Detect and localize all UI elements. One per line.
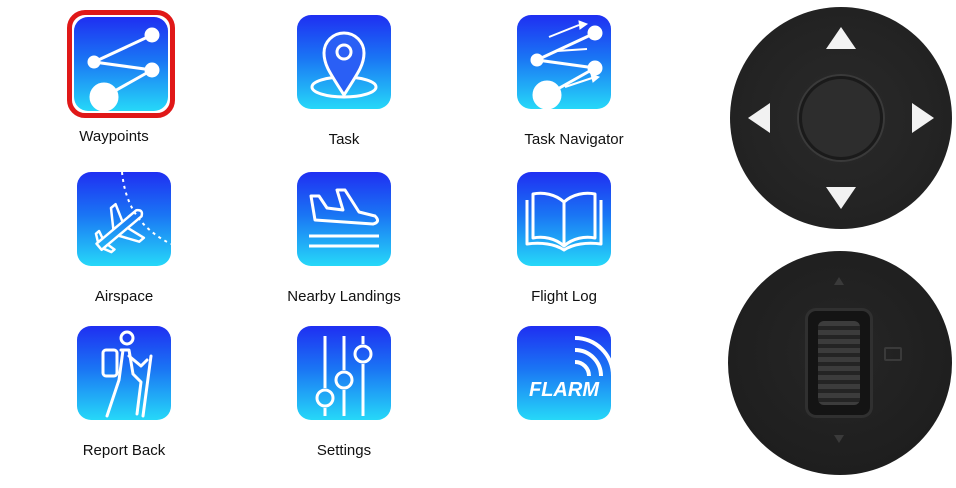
menu-item-nearby-landings[interactable]: Nearby Landings: [264, 172, 404, 322]
menu-item-settings[interactable]: Settings: [264, 326, 404, 476]
open-book-icon: [517, 172, 611, 266]
scroll-wheel-control: [728, 251, 952, 475]
main-menu-grid: Waypoints Task Task Navigator Airspace N…: [0, 0, 700, 488]
scroll-wheel-icon[interactable]: [808, 311, 870, 415]
menu-item-label: Task Navigator: [524, 131, 624, 148]
sliders-icon: [297, 326, 391, 420]
menu-item-flight-log[interactable]: Flight Log: [484, 172, 624, 322]
arrow-down-icon[interactable]: [826, 187, 856, 209]
airspace-plane-icon: [77, 172, 171, 266]
flarm-icon: FLARM: [517, 326, 611, 420]
task-pin-icon: [297, 15, 391, 109]
scroll-up-indicator-icon: [834, 277, 844, 285]
task-navigator-icon: [517, 15, 611, 109]
menu-item-task-navigator[interactable]: Task Navigator: [484, 15, 624, 165]
arrow-left-icon[interactable]: [748, 103, 770, 133]
menu-item-report-back[interactable]: Report Back: [44, 326, 184, 476]
dpad-control: [730, 7, 952, 229]
landing-plane-icon: [297, 172, 391, 266]
flarm-logo-text: FLARM: [529, 379, 600, 401]
menu-item-label: Flight Log: [531, 288, 597, 305]
menu-item-flarm[interactable]: FLARM: [484, 326, 624, 476]
menu-item-label: Airspace: [94, 288, 154, 305]
menu-item-label: Waypoints: [79, 128, 149, 145]
scroll-down-indicator-icon: [834, 435, 844, 443]
dpad-center-button[interactable]: [799, 76, 883, 160]
menu-item-label: Nearby Landings: [287, 288, 401, 305]
press-indicator-icon: [884, 347, 902, 361]
arrow-up-icon[interactable]: [826, 27, 856, 49]
menu-item-task[interactable]: Task: [264, 15, 404, 165]
menu-item-airspace[interactable]: Airspace: [44, 172, 184, 322]
menu-item-label: Task: [328, 131, 360, 148]
hiker-icon: [77, 326, 171, 420]
menu-item-waypoints[interactable]: Waypoints: [44, 10, 184, 162]
selection-highlight: [67, 10, 175, 118]
arrow-right-icon[interactable]: [912, 103, 934, 133]
menu-item-label: Settings: [316, 442, 372, 459]
menu-item-label: Report Back: [82, 442, 166, 459]
